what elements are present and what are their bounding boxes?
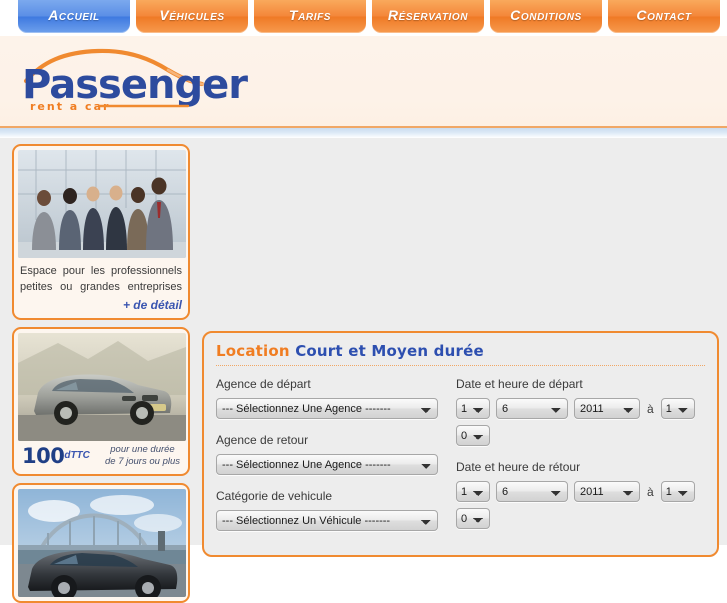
main-content: Location Court et Moyen durée Agence de … [196, 138, 727, 557]
nav-tab-label: Accueil [48, 7, 100, 23]
nav-tab-label: Véhicules [159, 7, 225, 23]
promo-price-note-line2: de 7 jours ou plus [105, 456, 180, 467]
departure-agency-field: Agence de départ --- Sélectionnez Une Ag… [216, 377, 448, 419]
site-logo[interactable]: Passenger rent a car [12, 46, 272, 116]
departure-day-select[interactable]: 1 [456, 398, 490, 419]
return-datetime-label: Date et heure de rétour [456, 460, 581, 474]
header-divider-band [0, 128, 727, 138]
booking-title-location: Location [216, 342, 290, 360]
nav-tab-vehicules[interactable]: Véhicules [136, 0, 248, 33]
promo-card-professionnels[interactable]: Espace pour les professionnels petites o… [12, 144, 190, 320]
departure-datetime-field: Date et heure de départ 1 6 2011 à 1 0 [456, 377, 705, 446]
departure-month-select[interactable]: 6 [496, 398, 568, 419]
nav-tab-conditions[interactable]: Conditions [490, 0, 602, 33]
departure-time-separator: à [647, 401, 654, 416]
return-datetime-field: Date et heure de rétour 1 6 2011 à 1 0 [456, 460, 705, 529]
return-month-select[interactable]: 6 [496, 481, 568, 502]
nav-tab-contact[interactable]: Contact [608, 0, 720, 33]
return-agency-select[interactable]: --- Sélectionnez Une Agence ------- [216, 454, 438, 475]
promo-card-offre-100[interactable]: 100dTTC pour une durée de 7 jours ou plu… [12, 327, 190, 476]
departure-agency-select[interactable]: --- Sélectionnez Une Agence ------- [216, 398, 438, 419]
main-navigation: Accueil Véhicules Tarifs Réservation Con… [0, 0, 727, 36]
nav-tab-label: Réservation [387, 7, 469, 23]
departure-minute-select[interactable]: 0 [456, 425, 490, 446]
booking-form-right-column: Date et heure de départ 1 6 2011 à 1 0 D… [448, 377, 705, 545]
promo-detail-link[interactable]: + de détail [18, 295, 184, 314]
return-datetime-row: 1 6 2011 à 1 0 [456, 481, 705, 529]
return-time-separator: à [647, 484, 654, 499]
sidebar: Espace pour les professionnels petites o… [0, 138, 196, 603]
promo-card-bridge[interactable] [12, 483, 190, 603]
page-body: Espace pour les professionnels petites o… [0, 138, 727, 603]
nav-tab-reservation[interactable]: Réservation [372, 0, 484, 33]
nav-tab-label: Conditions [510, 7, 582, 23]
promo-price-amount: 100 [22, 444, 65, 468]
booking-form-left-column: Agence de départ --- Sélectionnez Une Ag… [216, 377, 448, 545]
vehicle-category-select[interactable]: --- Sélectionnez Un Véhicule ------- [216, 510, 438, 531]
promo-text: Espace pour les professionnels petites o… [20, 265, 182, 293]
return-agency-label: Agence de retour [216, 433, 309, 447]
silver-renault-megane-photo [18, 333, 186, 441]
promo-price-unit: dTTC [64, 450, 90, 461]
booking-title-duration: Court et Moyen durée [295, 342, 484, 360]
booking-panel-title: Location Court et Moyen durée [216, 342, 705, 366]
promo-price-note: pour une durée de 7 jours ou plus [105, 444, 180, 468]
dark-sedan-on-bridge-photo [18, 489, 186, 597]
departure-year-select[interactable]: 2011 [574, 398, 640, 419]
nav-tab-label: Contact [636, 7, 692, 23]
svg-text:rent a car: rent a car [30, 100, 110, 113]
departure-hour-select[interactable]: 1 [660, 398, 695, 419]
vehicle-category-label: Catégorie de vehicule [216, 489, 333, 503]
departure-agency-label: Agence de départ [216, 377, 311, 391]
site-header: Passenger rent a car [0, 36, 727, 128]
return-day-select[interactable]: 1 [456, 481, 490, 502]
booking-panel: Location Court et Moyen durée Agence de … [202, 331, 719, 557]
nav-tab-label: Tarifs [288, 7, 332, 23]
promo-price-note-line1: pour une durée [110, 444, 175, 455]
nav-tab-tarifs[interactable]: Tarifs [254, 0, 366, 33]
vehicle-category-field: Catégorie de vehicule --- Sélectionnez U… [216, 489, 448, 531]
return-agency-field: Agence de retour --- Sélectionnez Une Ag… [216, 433, 448, 475]
booking-form: Agence de départ --- Sélectionnez Une Ag… [216, 377, 705, 545]
nav-tab-accueil[interactable]: Accueil [18, 0, 130, 33]
promo-price-row: 100dTTC pour une durée de 7 jours ou plu… [18, 441, 184, 470]
departure-datetime-row: 1 6 2011 à 1 0 [456, 398, 705, 446]
promo-price: 100dTTC [22, 444, 90, 468]
departure-datetime-label: Date et heure de départ [456, 377, 583, 391]
return-minute-select[interactable]: 0 [456, 508, 490, 529]
passenger-logo-icon: Passenger rent a car [22, 48, 249, 113]
business-people-photo [18, 150, 186, 258]
return-hour-select[interactable]: 1 [660, 481, 695, 502]
return-year-select[interactable]: 2011 [574, 481, 640, 502]
